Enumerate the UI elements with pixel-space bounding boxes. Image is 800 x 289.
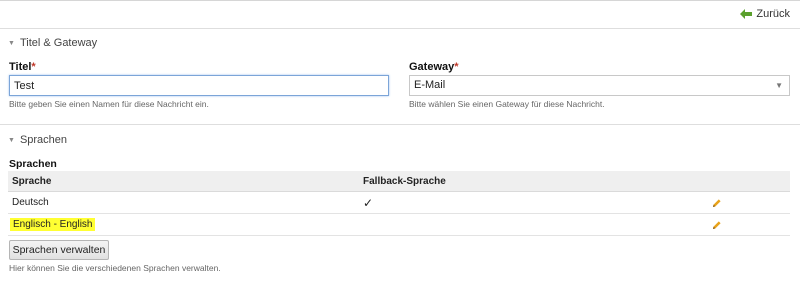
gateway-field-label: Gateway*: [409, 61, 459, 73]
title-input[interactable]: [9, 75, 389, 96]
arrow-left-icon: [740, 9, 753, 19]
triangle-down-icon: ▼: [8, 136, 15, 144]
language-cell: Englisch - English: [8, 218, 363, 231]
caret-down-icon: ▼: [775, 81, 783, 90]
back-link[interactable]: Zurück: [740, 8, 790, 20]
languages-table: Sprache Fallback-Sprache Deutsch ✓ Engli…: [8, 171, 790, 236]
column-header-fallback: Fallback-Sprache: [363, 175, 446, 187]
title-help-text: Bitte geben Sie einen Namen für diese Na…: [9, 99, 209, 109]
gateway-select[interactable]: E-Mail ▼: [409, 75, 790, 96]
gateway-label-text: Gateway: [409, 61, 455, 73]
actions-cell: [708, 220, 790, 230]
gateway-selected-value: E-Mail: [414, 79, 446, 91]
pencil-icon[interactable]: [712, 220, 722, 230]
gateway-help-text: Bitte wählen Sie einen Gateway für diese…: [409, 99, 605, 109]
top-border: [0, 0, 800, 1]
triangle-down-icon: ▼: [8, 39, 15, 47]
section-toggle-languages[interactable]: ▼ Sprachen: [8, 134, 67, 146]
table-header: Sprache Fallback-Sprache: [8, 171, 790, 192]
back-label: Zurück: [756, 8, 790, 20]
highlighted-language: Englisch - English: [10, 218, 96, 231]
required-mark: *: [454, 61, 459, 73]
title-field-label: Titel*: [9, 61, 36, 73]
actions-cell: [708, 198, 790, 208]
table-row: Englisch - English: [8, 214, 790, 236]
divider: [0, 28, 800, 29]
section-heading: Titel & Gateway: [19, 37, 98, 49]
checkmark-icon: ✓: [363, 195, 374, 210]
required-mark: *: [31, 61, 36, 73]
table-row: Deutsch ✓: [8, 192, 790, 214]
divider: [0, 124, 800, 125]
section-heading: Sprachen: [19, 134, 68, 146]
title-label-text: Titel: [9, 61, 32, 73]
languages-subheading: Sprachen: [9, 158, 57, 170]
fallback-cell: ✓: [363, 196, 708, 210]
manage-languages-button[interactable]: Sprachen verwalten: [9, 240, 109, 260]
column-header-language: Sprache: [12, 175, 52, 187]
section-toggle-title-gateway[interactable]: ▼ Titel & Gateway: [8, 37, 97, 49]
language-cell: Deutsch: [12, 197, 49, 208]
pencil-icon[interactable]: [712, 198, 722, 208]
languages-help-text: Hier können Sie die verschiedenen Sprach…: [9, 263, 221, 273]
